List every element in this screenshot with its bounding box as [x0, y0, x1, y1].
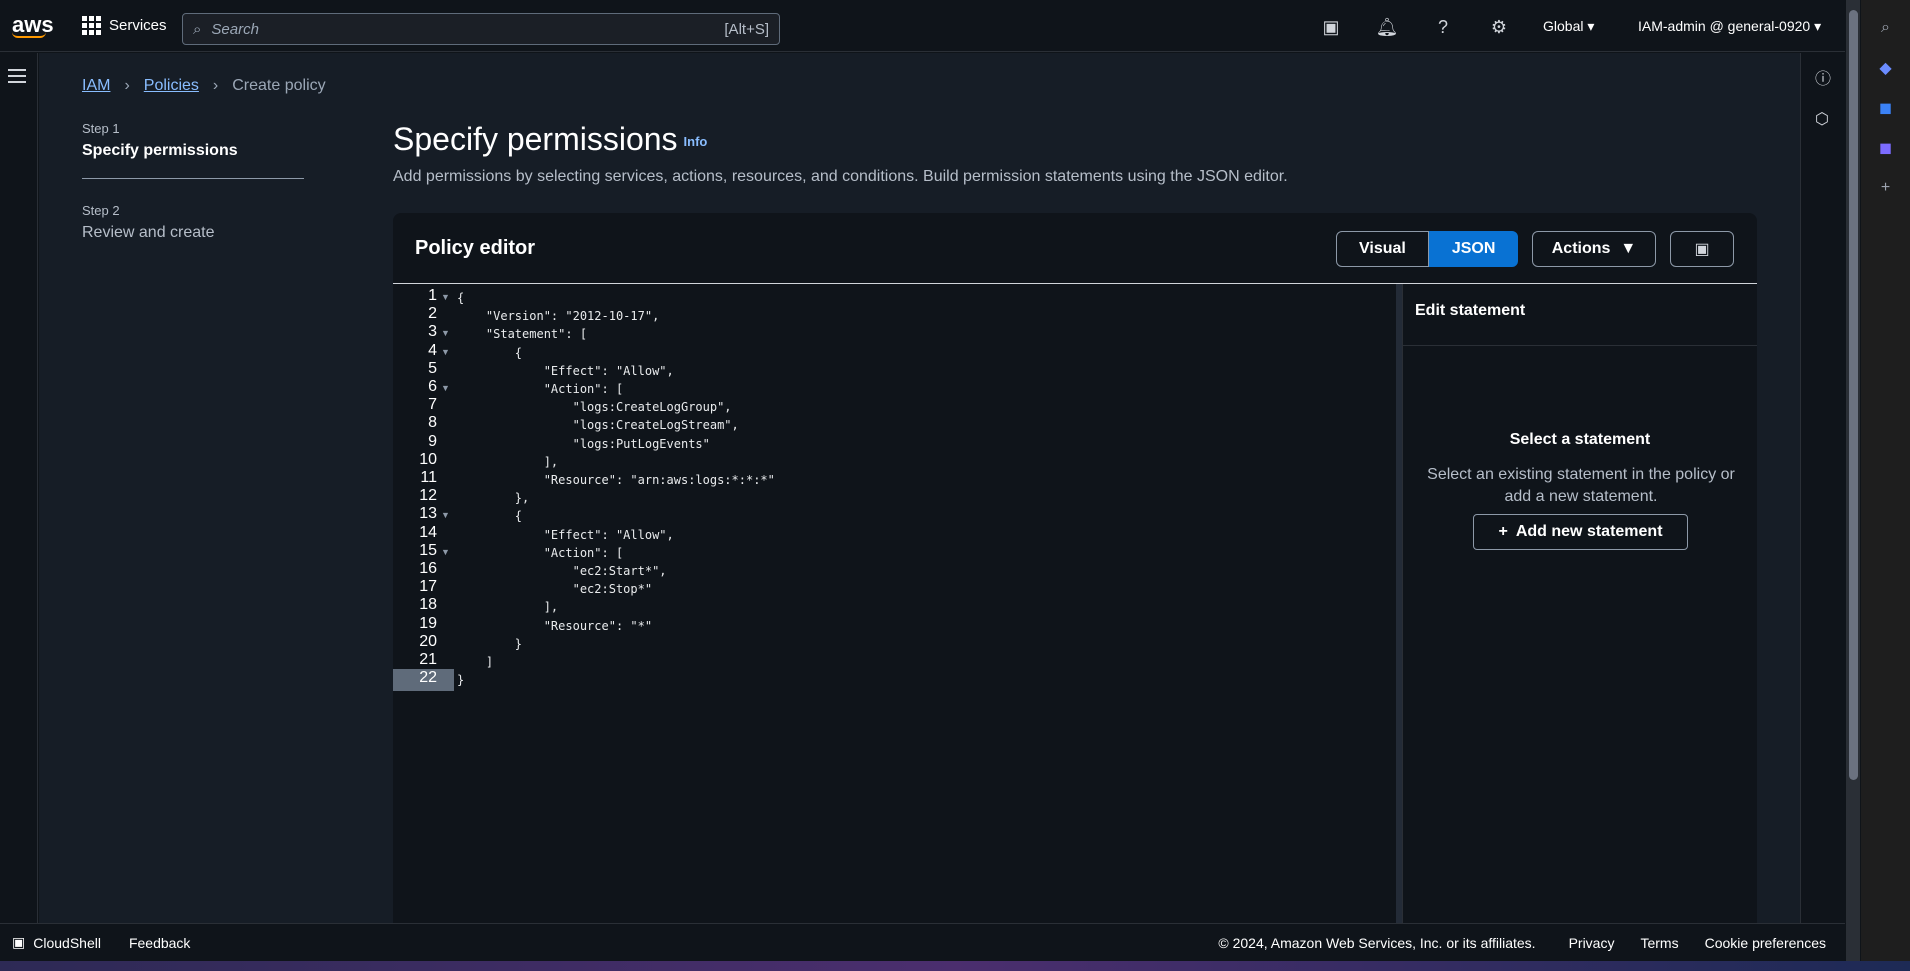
info-link[interactable]: Info [684, 134, 708, 149]
right-rail: ⓘ ⬡ [1800, 53, 1845, 923]
editor-mode-toggle: Visual JSON [1336, 231, 1519, 267]
breadcrumb-iam[interactable]: IAM [82, 77, 110, 95]
fold-arrow-icon[interactable]: ▼ [441, 383, 450, 393]
services-label: Services [109, 17, 167, 34]
line-number-gutter: 1 ▼ 2 3 ▼ 4 ▼ 5 6 ▼ 7 8 9 10 11 12 13 ▼ 14 15 ▼ 16 17 18 19 20 21 2… [393, 284, 454, 924]
json-editor[interactable]: 1 ▼ 2 3 ▼ 4 ▼ 5 6 ▼ 7 8 9 10 11 12 13 ▼ 14 15 ▼ 16 17 18 19 20 21 2… [393, 283, 1757, 924]
search-shortcut: [Alt+S] [724, 20, 769, 38]
privacy-link[interactable]: Privacy [1569, 935, 1615, 951]
terminal-icon[interactable]: ▣ [1318, 14, 1344, 40]
add-icon[interactable]: + [1874, 176, 1898, 200]
footer: ▣ CloudShell Feedback © 2024, Amazon Web… [0, 923, 1845, 961]
add-new-statement-button[interactable]: + Add new statement [1473, 514, 1688, 550]
code-line: } [457, 673, 465, 688]
select-statement-title: Select a statement [1509, 431, 1651, 448]
search-placeholder: Search [211, 20, 259, 38]
info-icon[interactable]: ⓘ [1815, 65, 1831, 89]
menu-icon[interactable] [8, 69, 26, 87]
step-2-title: Review and create [82, 224, 215, 241]
policy-editor-panel: Policy editor Visual JSON Actions ▼ ▣ 1 ▼ 2… [393, 213, 1757, 924]
bell-icon[interactable]: 🔔︎ [1374, 14, 1400, 40]
json-tab[interactable]: JSON [1428, 231, 1519, 267]
line-number: 22 [393, 669, 454, 692]
top-navigation: aws Services ⌕ Search [Alt+S] ▣ 🔔︎ ? ⚙ G… [0, 0, 1845, 52]
grid-icon [82, 16, 101, 35]
copilot-icon[interactable]: ◆ [1874, 56, 1898, 80]
chevron-right-icon: › [124, 77, 130, 94]
aws-logo[interactable]: aws [12, 11, 58, 38]
page-title: Specify permissions Info [393, 121, 707, 158]
account-label: IAM-admin @ general-0920 [1638, 18, 1811, 34]
actions-label: Actions [1551, 240, 1611, 257]
feedback-link[interactable]: Feedback [129, 935, 190, 951]
taskbar [0, 961, 1910, 971]
terms-link[interactable]: Terms [1640, 935, 1678, 951]
cloudshell-icon: ▣ [12, 934, 26, 950]
fold-arrow-icon[interactable]: ▼ [441, 328, 450, 338]
wizard-steps: Step 1 Specify permissions Step 2 Review… [82, 121, 304, 242]
search-icon[interactable]: ⌕ [1874, 16, 1898, 40]
fold-arrow-icon[interactable]: ▼ [441, 347, 450, 357]
outlook-icon[interactable]: ◼ [1874, 96, 1898, 120]
breadcrumb-current: Create policy [232, 77, 326, 94]
code-area[interactable]: { "Version": "2012-10-17", "Statement": … [454, 284, 1396, 924]
caret-down-icon: ▼ [1620, 240, 1637, 257]
step-divider [82, 178, 304, 179]
step-1-label: Step 1 [82, 121, 120, 136]
top-icons: ▣ 🔔︎ ? ⚙ [1318, 14, 1512, 40]
services-menu[interactable]: Services [82, 16, 167, 35]
help-icon[interactable]: ? [1430, 14, 1456, 40]
visual-tab[interactable]: Visual [1336, 231, 1429, 267]
scrollbar-thumb[interactable] [1849, 10, 1858, 780]
teams-icon[interactable]: ◼ [1874, 136, 1898, 160]
aws-logo-text: aws [12, 11, 54, 37]
policy-editor-title: Policy editor [415, 237, 536, 259]
edit-statement-header: Edit statement [1403, 284, 1757, 346]
fold-arrow-icon[interactable]: ▼ [441, 547, 450, 557]
breadcrumb-policies[interactable]: Policies [144, 77, 199, 95]
region-selector[interactable]: Global ▾ [1543, 18, 1594, 35]
step-1-title[interactable]: Specify permissions [82, 142, 304, 160]
browser-sidebar: ⌕ ◆ ◼ ◼ + [1861, 0, 1910, 961]
search-icon: ⌕ [193, 20, 202, 38]
main-content: IAM › Policies › Create policy Step 1 Sp… [39, 53, 1800, 924]
cloudshell-link[interactable]: CloudShell [33, 935, 101, 951]
search-input[interactable]: ⌕ Search [Alt+S] [182, 13, 780, 45]
hexagon-icon[interactable]: ⬡ [1815, 109, 1829, 129]
actions-dropdown[interactable]: Actions ▼ [1532, 231, 1656, 267]
cookie-preferences-link[interactable]: Cookie preferences [1705, 935, 1826, 951]
left-rail [0, 53, 38, 923]
page-description: Add permissions by selecting services, a… [393, 168, 1288, 185]
account-menu[interactable]: IAM-admin @ general-0920 ▾ [1638, 18, 1821, 35]
add-new-statement-label: Add new statement [1515, 523, 1663, 540]
fold-arrow-icon[interactable]: ▼ [441, 510, 450, 520]
page-scrollbar[interactable] [1846, 0, 1860, 961]
step-2-label: Step 2 [82, 203, 120, 218]
region-label: Global [1543, 18, 1584, 34]
gear-icon[interactable]: ⚙ [1486, 14, 1512, 40]
plus-icon: + [1498, 523, 1508, 540]
breadcrumb: IAM › Policies › Create policy [82, 77, 326, 95]
edit-statement-panel: Edit statement Select a statement Select… [1402, 284, 1757, 924]
fold-arrow-icon[interactable]: ▼ [441, 292, 450, 302]
fullscreen-button[interactable]: ▣ [1670, 231, 1734, 267]
page-title-text: Specify permissions [393, 121, 678, 157]
chevron-right-icon: › [212, 77, 219, 94]
fullscreen-icon: ▣ [1694, 241, 1710, 258]
copyright-text: © 2024, Amazon Web Services, Inc. or its… [1218, 934, 1536, 951]
select-statement-subtitle: Select an existing statement in the poli… [1427, 466, 1735, 505]
